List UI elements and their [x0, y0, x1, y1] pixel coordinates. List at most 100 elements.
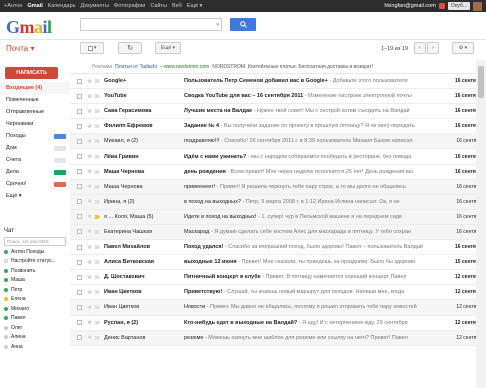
select-checkbox-button[interactable]: ▾ — [80, 42, 104, 54]
ad-link[interactable]: Платья от Tadashi — [115, 64, 157, 70]
sidebar-item[interactable]: Ещё ▾ — [0, 190, 70, 202]
row-checkbox[interactable] — [77, 169, 82, 175]
chat-contact[interactable]: Олег — [0, 323, 70, 333]
email-row[interactable]: ★ Павел Михайлов Поход удался! - Спасибо з… — [70, 240, 486, 256]
top-nav-link[interactable]: Ещё ▾ — [187, 3, 203, 9]
chat-contact[interactable]: Анна — [0, 342, 70, 352]
email-row[interactable]: ★ Иван Цветков Приветствую! - Слушай, ты з… — [70, 285, 486, 301]
row-checkbox[interactable] — [77, 244, 82, 250]
row-checkbox[interactable] — [77, 304, 82, 310]
star-icon[interactable]: ★ — [87, 78, 94, 85]
top-nav-link[interactable]: +Антон — [4, 3, 22, 9]
email-row[interactable]: ★ YouTube Сводка YouTube для вас – 16 сент… — [70, 89, 486, 105]
row-checkbox[interactable] — [77, 199, 82, 205]
email-row[interactable]: ★ Ирина, я (2) в поход на выходных? - Петр… — [70, 194, 486, 210]
important-marker-icon[interactable] — [94, 245, 100, 250]
star-icon[interactable]: ★ — [87, 274, 94, 281]
important-marker-icon[interactable] — [94, 139, 100, 144]
sidebar-item[interactable]: Черновики — [0, 118, 70, 130]
chat-contact[interactable]: Павел — [0, 314, 70, 324]
row-checkbox[interactable] — [77, 320, 82, 326]
email-row[interactable]: ★ Маша Чернова день рождения - Всем привет… — [70, 164, 486, 180]
chat-contact[interactable]: Настройте статус... — [0, 257, 70, 267]
star-icon[interactable]: ★ — [87, 168, 94, 175]
star-icon[interactable]: ★ — [87, 183, 94, 190]
sidebar-item[interactable]: Срочно! — [0, 178, 70, 190]
email-row[interactable]: ★ я ... Коля, Маша (5) Идете в поход на вы… — [70, 209, 486, 225]
account-email[interactable]: hkingfan@gmail.com — [384, 3, 435, 9]
sidebar-item[interactable]: Счета — [0, 154, 70, 166]
important-marker-icon[interactable] — [94, 320, 100, 325]
row-checkbox[interactable] — [77, 289, 82, 295]
row-checkbox[interactable] — [77, 184, 82, 190]
row-checkbox[interactable] — [77, 214, 82, 220]
top-nav-link[interactable]: Веб — [172, 3, 182, 9]
important-marker-icon[interactable] — [94, 260, 100, 265]
email-row[interactable]: ★ Лёва Гривин Идём с нами ужинать? - мы с … — [70, 149, 486, 165]
chat-contact[interactable]: Елена — [0, 295, 70, 305]
scrollbar[interactable] — [476, 60, 486, 388]
sidebar-item[interactable]: Дом — [0, 142, 70, 154]
email-row[interactable]: ★ Руслан, я (2) Кто-нибудь едет в выходные… — [70, 315, 486, 331]
chat-contact[interactable]: Позвонить — [0, 266, 70, 276]
star-icon[interactable]: ★ — [87, 259, 94, 266]
avatar[interactable] — [473, 1, 482, 11]
share-button[interactable]: Опуб... — [447, 2, 470, 10]
refresh-button[interactable]: ↻ — [118, 42, 142, 54]
important-marker-icon[interactable] — [94, 214, 100, 219]
star-icon[interactable]: ★ — [87, 319, 94, 326]
row-checkbox[interactable] — [77, 93, 82, 99]
email-row[interactable]: ★ Филипп Ефремов Задание № 4 - Вы получили… — [70, 119, 486, 135]
search-button[interactable] — [230, 18, 256, 31]
search-input[interactable]: ▾ — [80, 18, 222, 31]
top-nav-link[interactable]: Календарь — [48, 3, 76, 9]
important-marker-icon[interactable] — [94, 335, 100, 340]
row-checkbox[interactable] — [77, 154, 82, 160]
important-marker-icon[interactable] — [94, 79, 100, 84]
row-checkbox[interactable] — [77, 274, 82, 280]
star-icon[interactable]: ★ — [87, 153, 94, 160]
row-checkbox[interactable] — [77, 335, 82, 341]
important-marker-icon[interactable] — [94, 184, 100, 189]
row-checkbox[interactable] — [77, 108, 82, 114]
email-row[interactable]: ★ Маша Чернова привееееет! - Привет! Я реш… — [70, 179, 486, 195]
settings-button[interactable]: ⚙ ▾ — [452, 42, 474, 54]
row-checkbox[interactable] — [77, 78, 82, 84]
important-marker-icon[interactable] — [94, 109, 100, 114]
mail-dropdown[interactable]: Почта ▾ — [6, 44, 34, 53]
star-icon[interactable]: ★ — [87, 228, 94, 235]
scrollbar-thumb[interactable] — [478, 66, 484, 98]
important-marker-icon[interactable] — [94, 124, 100, 129]
email-row[interactable]: ★ Михаил, я (2) поздравляю!!! - Спасибо! 1… — [70, 134, 486, 150]
chat-contact[interactable]: Михаил — [0, 304, 70, 314]
chat-search-input[interactable]: Поиск, чат или SMS — [4, 237, 66, 246]
important-marker-icon[interactable] — [94, 275, 100, 280]
star-icon[interactable]: ★ — [87, 108, 94, 115]
email-row[interactable]: ★ Иван Цветков Новости - Привет. Мы давно … — [70, 300, 486, 316]
important-marker-icon[interactable] — [94, 154, 100, 159]
row-checkbox[interactable] — [77, 229, 82, 235]
star-icon[interactable]: ★ — [87, 289, 94, 296]
star-icon[interactable]: ★ — [87, 123, 94, 130]
email-row[interactable]: ★ Екатерина Чашкая Маскарад - Я думаю сдел… — [70, 224, 486, 241]
star-icon[interactable]: ★ — [87, 244, 94, 251]
gmail-logo[interactable]: Gmail — [6, 17, 52, 38]
top-nav-link[interactable]: Gmail — [27, 3, 42, 9]
sidebar-item[interactable]: Дела — [0, 166, 70, 178]
chat-contact[interactable]: Алина — [0, 333, 70, 343]
row-checkbox[interactable] — [77, 259, 82, 265]
sidebar-item[interactable]: Помеченные — [0, 94, 70, 106]
search-options-dropdown[interactable]: ▾ — [216, 22, 219, 28]
email-row[interactable]: ★ Google+ Пользователь Петр Семенов добави… — [70, 74, 486, 90]
sidebar-item[interactable]: Отправленные — [0, 106, 70, 118]
star-icon[interactable]: ★ — [87, 93, 94, 100]
notification-icon[interactable] — [438, 3, 445, 9]
row-checkbox[interactable] — [77, 138, 82, 144]
next-page-button[interactable]: › — [427, 42, 439, 54]
prev-page-button[interactable]: ‹ — [414, 42, 426, 54]
sidebar-item[interactable]: Походы — [0, 130, 70, 142]
important-marker-icon[interactable] — [94, 199, 100, 204]
compose-button[interactable]: НАПИСАТЬ — [5, 67, 58, 79]
star-icon[interactable]: ★ — [87, 334, 94, 341]
email-row[interactable]: ★ Алиса Витковская выходные 12 июня - Прив… — [70, 255, 486, 271]
